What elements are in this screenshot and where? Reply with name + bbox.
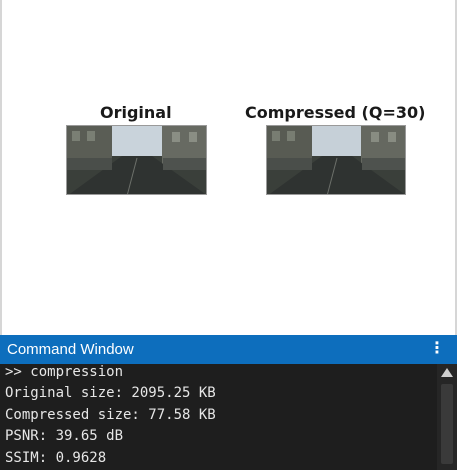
original-image (66, 125, 207, 195)
console-line: Compressed size: 77.58 KB (5, 407, 216, 423)
original-title: Original (100, 103, 172, 122)
compressed-image (266, 125, 406, 195)
compressed-title: Compressed (Q=30) (245, 103, 426, 122)
console-scrollbar[interactable] (437, 364, 457, 470)
console-line: PSNR: 39.65 dB (5, 428, 124, 444)
vertical-ellipsis-icon[interactable]: ⋮ (429, 339, 445, 357)
command-window-console[interactable]: >> compression Original size: 2095.25 KB… (0, 364, 437, 470)
console-line: >> compression (5, 364, 124, 380)
scroll-up-icon[interactable] (441, 368, 453, 377)
scrollbar-thumb[interactable] (441, 384, 453, 464)
console-line: SSIM: 0.9628 (5, 450, 107, 466)
command-window-header: Command Window ⋮ (0, 335, 457, 364)
figure-window: Original Compressed (Q=30) (0, 0, 457, 335)
command-window-title: Command Window (7, 341, 134, 358)
console-line: Original size: 2095.25 KB (5, 385, 216, 401)
